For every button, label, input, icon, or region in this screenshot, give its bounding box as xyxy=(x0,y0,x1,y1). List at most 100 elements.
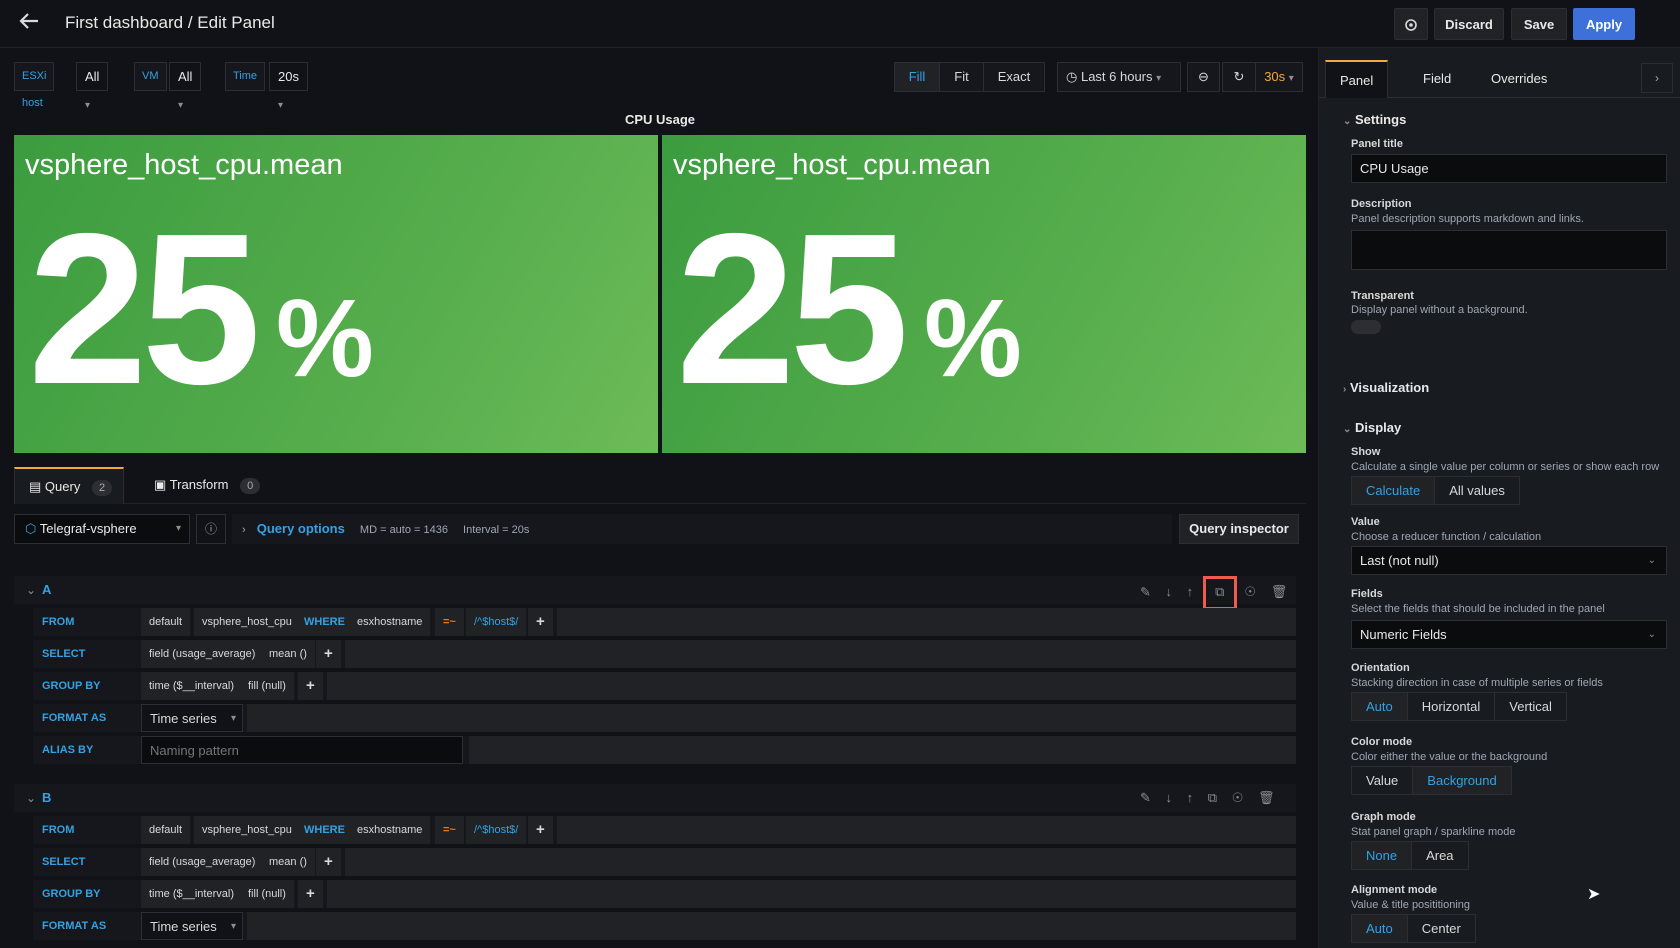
add-select-plus-icon[interactable]: + xyxy=(316,848,341,876)
where-operator[interactable]: =~ xyxy=(435,816,464,844)
tab-transform[interactable]: ▣ Transform 0 xyxy=(154,467,284,504)
query-options-link[interactable]: Query options xyxy=(257,521,345,536)
format-as-select[interactable]: Time series ▾ xyxy=(141,704,243,732)
color-mode-option-background[interactable]: Background xyxy=(1413,767,1511,794)
editor-tabs: ▤ Query 2 ▣ Transform 0 xyxy=(14,467,1306,504)
chevron-right-icon: › xyxy=(1343,384,1347,395)
collapse-chevron-icon[interactable]: ⌄ xyxy=(26,576,36,604)
eye-icon[interactable]: ☉ xyxy=(1244,584,1256,599)
alignment-option-center[interactable]: Center xyxy=(1408,915,1475,942)
graph-mode-option-none[interactable]: None xyxy=(1352,842,1413,869)
stat-tile: vsphere_host_cpu.mean 25 % xyxy=(662,135,1306,453)
view-mode-exact[interactable]: Exact xyxy=(983,62,1045,92)
collapse-chevron-icon[interactable]: ⌄ xyxy=(26,784,36,812)
move-up-icon[interactable]: ↑ xyxy=(1187,584,1194,599)
where-operator[interactable]: =~ xyxy=(435,608,464,636)
add-condition-plus-icon[interactable]: + xyxy=(528,816,553,844)
settings-gear-icon[interactable] xyxy=(1394,8,1428,40)
tab-field[interactable]: Field xyxy=(1409,60,1465,98)
refresh-icon[interactable]: ↻ xyxy=(1222,62,1256,92)
orientation-option-vertical[interactable]: Vertical xyxy=(1495,693,1566,720)
where-value[interactable]: /^$host$/ xyxy=(466,816,527,844)
zoom-out-icon[interactable]: ⊖ xyxy=(1187,62,1220,92)
measurement[interactable]: vsphere_host_cpu xyxy=(194,608,300,636)
alignment-label: Alignment mode xyxy=(1351,884,1438,896)
add-group-by-plus-icon[interactable]: + xyxy=(298,880,323,908)
edit-pencil-icon[interactable]: ✎ xyxy=(1140,584,1151,599)
tab-overrides[interactable]: Overrides xyxy=(1477,60,1561,98)
trash-icon[interactable]: 🗑 xyxy=(1271,584,1288,599)
variable-value: All xyxy=(85,69,100,84)
trash-icon[interactable]: 🗑 xyxy=(1258,790,1275,805)
group-by-fill[interactable]: fill (null) xyxy=(240,880,294,908)
show-option-all-values[interactable]: All values xyxy=(1435,477,1519,504)
refresh-interval-picker[interactable]: 30s ▾ xyxy=(1255,62,1303,92)
panel-title-input[interactable]: CPU Usage xyxy=(1351,154,1667,183)
query-header-b[interactable]: ⌄ B ✎ ↓ ↑ ⧉ ☉ 🗑 xyxy=(14,784,1296,812)
alias-input[interactable] xyxy=(141,736,463,764)
orientation-option-horizontal[interactable]: Horizontal xyxy=(1408,693,1496,720)
caret-down-icon: ▾ xyxy=(230,713,236,724)
color-mode-option-value[interactable]: Value xyxy=(1352,767,1414,794)
format-as-keyword: FORMAT AS xyxy=(33,912,137,940)
duplicate-query-icon[interactable]: ⧉ xyxy=(1208,790,1217,805)
where-key[interactable]: esxhostname xyxy=(349,608,431,636)
value-label: Value xyxy=(1351,516,1380,528)
section-visualization[interactable]: › Visualization xyxy=(1343,380,1429,395)
move-down-icon[interactable]: ↓ xyxy=(1166,584,1173,599)
select-aggregation[interactable]: mean () xyxy=(261,640,315,668)
show-option-calculate[interactable]: Calculate xyxy=(1352,477,1436,504)
select-field[interactable]: field (usage_average) xyxy=(141,848,264,876)
retention-policy[interactable]: default xyxy=(141,608,191,636)
section-settings[interactable]: ⌄ Settings xyxy=(1343,112,1406,127)
group-by-time[interactable]: time ($__interval) xyxy=(141,672,242,700)
move-down-icon[interactable]: ↓ xyxy=(1166,790,1173,805)
query-options-bar[interactable]: › Query options MD = auto = 1436 Interva… xyxy=(232,514,1172,544)
query-actions: ✎ ↓ ↑ ⧉ ☉ 🗑 xyxy=(1140,784,1275,812)
retention-policy[interactable]: default xyxy=(141,816,191,844)
move-up-icon[interactable]: ↑ xyxy=(1187,790,1194,805)
alignment-option-auto[interactable]: Auto xyxy=(1352,915,1408,942)
transparent-toggle[interactable] xyxy=(1351,320,1381,334)
query-inspector-button[interactable]: Query inspector xyxy=(1179,514,1299,544)
view-mode-fill[interactable]: Fill xyxy=(894,62,940,92)
eye-icon[interactable]: ☉ xyxy=(1232,790,1244,805)
group-by-time[interactable]: time ($__interval) xyxy=(141,880,242,908)
section-display[interactable]: ⌄ Display xyxy=(1343,420,1401,435)
fields-select[interactable]: Numeric Fields ⌄ xyxy=(1351,620,1667,649)
caret-down-icon: ▾ xyxy=(230,921,236,932)
tab-panel[interactable]: Panel xyxy=(1325,60,1389,98)
add-condition-plus-icon[interactable]: + xyxy=(528,608,553,636)
back-arrow-icon[interactable] xyxy=(18,10,44,36)
help-icon[interactable]: ⓘ xyxy=(196,514,226,544)
discard-button[interactable]: Discard xyxy=(1434,8,1504,40)
value-select[interactable]: Last (not null) ⌄ xyxy=(1351,546,1667,575)
variable-select-esxi-host[interactable]: All ▾ xyxy=(76,62,109,111)
group-by-fill[interactable]: fill (null) xyxy=(240,672,294,700)
duplicate-query-icon[interactable]: ⧉ xyxy=(1202,576,1237,610)
time-range-picker[interactable]: ◷ Last 6 hours ▾ xyxy=(1057,62,1181,92)
select-field[interactable]: field (usage_average) xyxy=(141,640,264,668)
tab-query[interactable]: ▤ Query 2 xyxy=(14,467,124,504)
select-aggregation[interactable]: mean () xyxy=(261,848,315,876)
where-value[interactable]: /^$host$/ xyxy=(466,608,527,636)
save-button[interactable]: Save xyxy=(1511,8,1567,40)
add-group-by-plus-icon[interactable]: + xyxy=(298,672,323,700)
variable-select-time[interactable]: 20s ▾ xyxy=(269,62,308,111)
graph-mode-option-area[interactable]: Area xyxy=(1412,842,1467,869)
stat-unit: % xyxy=(276,277,374,400)
where-key[interactable]: esxhostname xyxy=(349,816,431,844)
datasource-picker[interactable]: ⬡ Telegraf-vsphere ▾ xyxy=(14,514,190,544)
measurement[interactable]: vsphere_host_cpu xyxy=(194,816,300,844)
apply-button[interactable]: Apply xyxy=(1573,8,1635,40)
query-header-a[interactable]: ⌄ A ✎ ↓ ↑ ⧉ ☉ 🗑 xyxy=(14,576,1296,610)
collapse-sidebar-chevron-icon[interactable]: › xyxy=(1641,63,1673,93)
row-filler xyxy=(247,704,1296,732)
edit-pencil-icon[interactable]: ✎ xyxy=(1140,790,1151,805)
variable-select-vm[interactable]: All ▾ xyxy=(169,62,202,111)
orientation-option-auto[interactable]: Auto xyxy=(1352,693,1408,720)
view-mode-fit[interactable]: Fit xyxy=(939,62,984,92)
add-select-plus-icon[interactable]: + xyxy=(316,640,341,668)
format-as-select[interactable]: Time series ▾ xyxy=(141,912,243,940)
description-textarea[interactable] xyxy=(1351,230,1667,270)
